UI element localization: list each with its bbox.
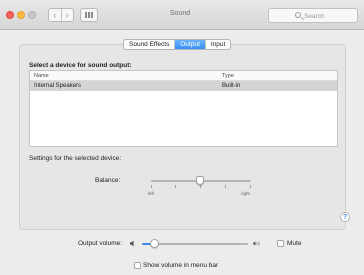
grid-icon: [85, 12, 93, 18]
search-input[interactable]: [304, 11, 354, 21]
balance-tick: [250, 185, 251, 188]
balance-tick: [175, 185, 176, 188]
minimize-icon[interactable]: [17, 11, 25, 19]
chevron-right-icon[interactable]: ›: [62, 9, 74, 21]
device-table: Name Type Internal Speakers Built-in: [29, 70, 338, 147]
titlebar: ‹ › Sound: [0, 0, 364, 30]
balance-tick: [200, 185, 201, 188]
column-type-header[interactable]: Type: [222, 73, 234, 79]
balance-right-label: right: [241, 191, 250, 196]
navigation-buttons: ‹ ›: [48, 8, 74, 22]
show-volume-menubar-label: Show volume in menu bar: [143, 262, 219, 269]
show-all-button[interactable]: [80, 8, 98, 22]
tab-sound-effects[interactable]: Sound Effects: [124, 40, 176, 49]
balance-slider-thumb[interactable]: [196, 176, 204, 185]
window-title: Sound: [169, 10, 191, 17]
table-header: Name Type: [30, 71, 337, 81]
mute-checkbox[interactable]: [277, 240, 284, 247]
balance-tick: [225, 185, 226, 188]
mute-label: Mute: [287, 240, 302, 247]
search-icon: [295, 12, 301, 18]
device-type: Built-in: [222, 83, 241, 89]
speaker-low-icon: [130, 240, 134, 247]
chevron-left-icon[interactable]: ‹: [49, 9, 62, 21]
sound-preferences-window: ‹ › Sound Sound Effects Output Input Sel…: [0, 0, 364, 275]
tab-output[interactable]: Output: [175, 40, 206, 49]
output-section-label: Select a device for sound output:: [29, 62, 132, 69]
settings-label: Settings for the selected device:: [29, 155, 122, 162]
show-volume-menubar-checkbox[interactable]: [134, 262, 141, 269]
column-name-header[interactable]: Name: [34, 73, 49, 79]
balance-tick: [151, 185, 152, 188]
tab-bar: Sound Effects Output Input: [123, 39, 232, 50]
table-row[interactable]: Internal Speakers Built-in: [30, 81, 337, 91]
device-name: Internal Speakers: [34, 83, 82, 89]
volume-slider-thumb[interactable]: [150, 239, 159, 248]
search-field[interactable]: [268, 8, 358, 23]
speaker-high-icon: [253, 241, 260, 246]
close-icon[interactable]: [6, 11, 14, 19]
help-button[interactable]: ?: [340, 212, 350, 222]
balance-left-label: left: [148, 191, 155, 196]
tab-input[interactable]: Input: [206, 40, 230, 49]
zoom-icon[interactable]: [28, 11, 36, 19]
output-volume-label: Output volume:: [78, 240, 123, 247]
balance-label: Balance:: [95, 177, 121, 184]
